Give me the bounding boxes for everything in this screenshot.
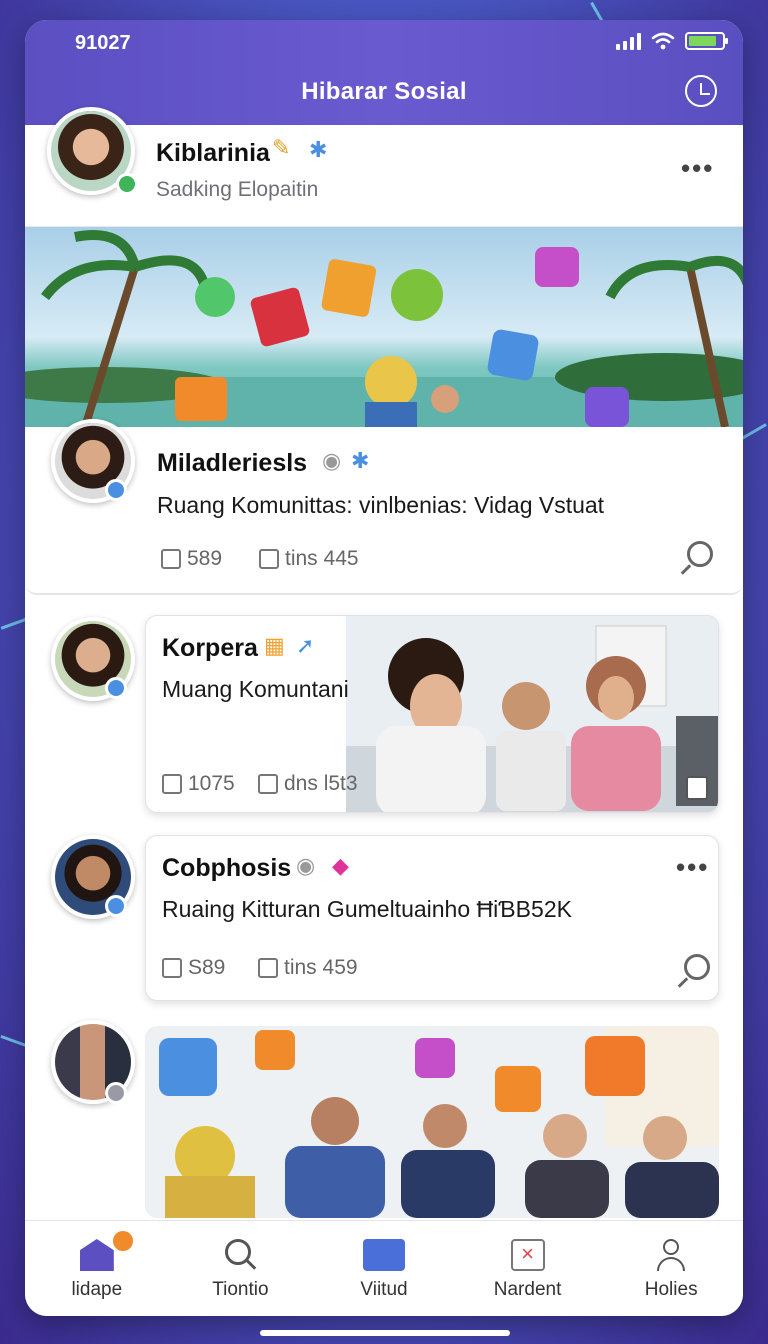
nav-label: lidape: [71, 1279, 123, 1300]
post-text: Ruaing Kitturan Gumeltuainho ĦiƁB52K: [162, 896, 572, 922]
status-icon: [105, 895, 127, 917]
settings-icon: ◉: [322, 448, 342, 473]
like-count[interactable]: 589: [161, 547, 222, 571]
comment-icon: [258, 774, 278, 794]
nav-label: Holies: [644, 1279, 698, 1300]
gear-icon: ✱: [351, 448, 370, 473]
home-indicator: [260, 1330, 510, 1336]
wifi-icon: [651, 32, 675, 50]
calendar-x-icon: ×: [510, 1239, 545, 1271]
post-photo[interactable]: [145, 1026, 719, 1218]
more-icon[interactable]: •••: [676, 852, 709, 883]
nav-label: Nardent: [493, 1279, 562, 1300]
decor-line: [741, 423, 767, 440]
more-icon[interactable]: •••: [681, 153, 714, 184]
post-text: Muang Komuntani: [162, 676, 349, 702]
nav-item-home[interactable]: lidape: [25, 1221, 169, 1316]
comment-count[interactable]: dns l5t3: [258, 772, 358, 796]
nav-label: Tiontio: [212, 1279, 269, 1300]
badge-icon: ▦: [264, 633, 285, 658]
clock-icon[interactable]: [685, 75, 717, 107]
nav-item-profile[interactable]: Holies: [599, 1221, 743, 1316]
post-text: Ruang Komunittas: vinlbenias: Vidag Vstu…: [157, 492, 605, 518]
gear-icon: ✱: [309, 137, 328, 162]
verified-icon: [116, 173, 138, 195]
cube-icon: ◆: [332, 853, 349, 878]
status-icon: [105, 1082, 127, 1104]
battery-icon: [685, 32, 728, 50]
post-author: Korpera: [162, 634, 258, 662]
nav-item-activity[interactable]: × Nardent: [456, 1221, 600, 1316]
post-card[interactable]: Korpera ▦ ➚ Muang Komuntani 1075 dns l5t…: [145, 615, 719, 813]
nav-item-video[interactable]: Viitud: [312, 1221, 456, 1316]
phone-screen: 91027 Hibarar Sosial Kiblarinia ✎ ✱ Sadk…: [25, 20, 743, 1316]
search-icon[interactable]: [687, 541, 713, 567]
send-icon: ➚: [296, 633, 315, 658]
nav-item-search[interactable]: Tiontio: [169, 1221, 313, 1316]
user-icon: [654, 1239, 688, 1271]
post-card[interactable]: Cobphosis ◉ ◆ ••• Ruaing Kitturan Gumelt…: [145, 835, 719, 1001]
signal-icon: [616, 32, 641, 50]
hero-illustration: [25, 230, 743, 427]
profile-header[interactable]: Kiblarinia ✎ ✱ Sadking Elopaitin •••: [25, 107, 743, 227]
post-card[interactable]: Miladleriesls ◉ ✱ Ruang Komunittas: vinl…: [25, 419, 743, 595]
status-icon: [105, 677, 127, 699]
status-icons: [616, 32, 728, 50]
profile-subtitle: Sadking Elopaitin: [156, 178, 319, 201]
like-count[interactable]: 1075: [162, 772, 235, 796]
badge-icon: ✎: [272, 135, 291, 160]
search-icon[interactable]: [684, 954, 710, 980]
comment-icon: [259, 549, 279, 569]
like-icon: [162, 774, 182, 794]
search-icon: [223, 1239, 257, 1271]
like-icon: [161, 549, 181, 569]
notification-badge: [111, 1229, 135, 1253]
share-icon[interactable]: [686, 776, 708, 800]
video-icon: [362, 1239, 405, 1271]
post-author: Miladleriesls: [157, 449, 308, 477]
post-photo: [346, 616, 718, 812]
bottom-nav: lidape Tiontio Viitud × Nardent Holies: [25, 1220, 743, 1316]
comment-icon: [258, 958, 278, 978]
nav-label: Viitud: [360, 1279, 408, 1300]
hero-banner: [25, 227, 743, 427]
comment-count[interactable]: tins 445: [259, 547, 359, 571]
profile-name: Kiblarinia: [156, 139, 270, 167]
like-count[interactable]: S89: [162, 956, 225, 980]
home-icon: [79, 1239, 114, 1271]
status-icon: [105, 479, 127, 501]
status-time: 91027: [75, 32, 131, 54]
comment-count[interactable]: tins 459: [258, 956, 358, 980]
like-icon: [162, 958, 182, 978]
settings-icon: ◉: [296, 853, 316, 878]
app-header: 91027 Hibarar Sosial: [25, 20, 743, 125]
post-author: Cobphosis: [162, 854, 292, 882]
page-title: Hibarar Sosial: [301, 78, 467, 105]
